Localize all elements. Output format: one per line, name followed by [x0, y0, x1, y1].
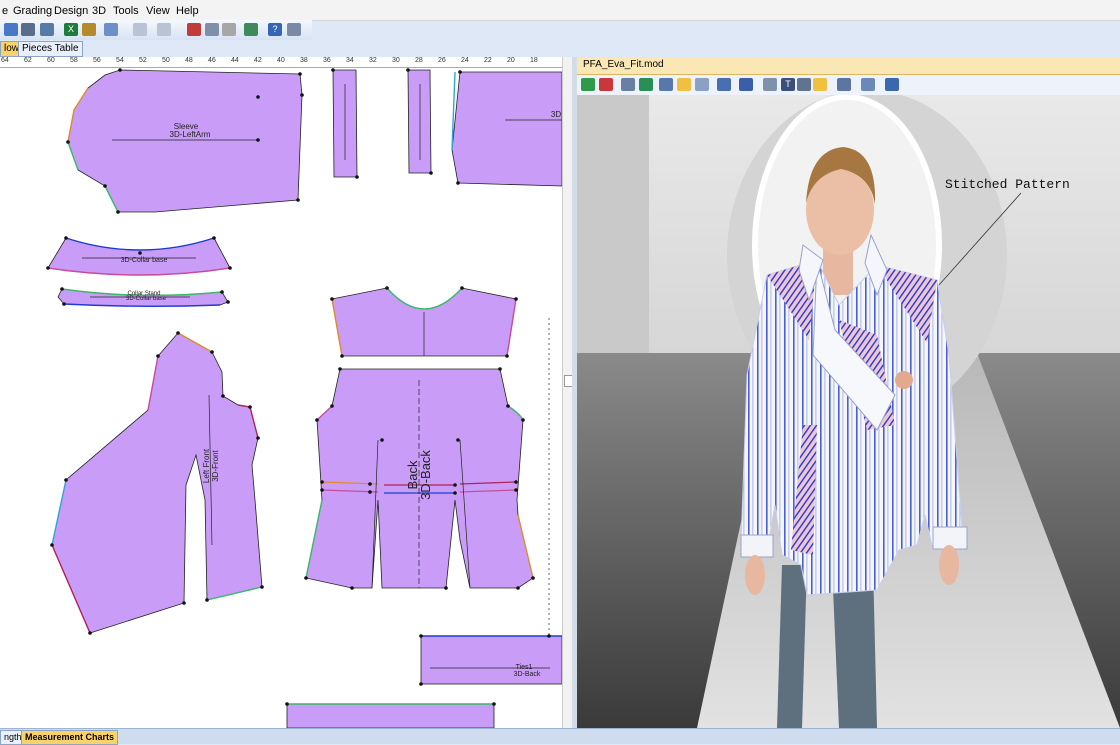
bottom-partial-piece[interactable]: [286, 703, 495, 728]
excel-icon[interactable]: X: [64, 23, 78, 36]
ruler-tick: 42: [254, 57, 262, 64]
ruler-tick: 24: [461, 57, 469, 64]
select-icon[interactable]: [677, 78, 691, 91]
cuff-strip-2[interactable]: [407, 69, 432, 174]
tools-icon[interactable]: [82, 23, 96, 36]
document-tabs: low Pieces Table: [0, 40, 570, 57]
back-code-label: 3D-Back: [418, 450, 433, 500]
context-help-icon[interactable]: [287, 23, 301, 36]
ruler-tick: 32: [369, 57, 377, 64]
ruler-tick: 54: [116, 57, 124, 64]
ruler-tick: 26: [438, 57, 446, 64]
camera-icon[interactable]: [861, 78, 875, 91]
screen-icon[interactable]: [621, 78, 635, 91]
menu-help[interactable]: Help: [176, 5, 199, 17]
people-icon[interactable]: [885, 78, 899, 91]
menu-view[interactable]: View: [146, 5, 170, 17]
menu-tools[interactable]: Tools: [113, 5, 139, 17]
ruler-tick: 38: [300, 57, 308, 64]
menu-file[interactable]: e: [2, 5, 8, 17]
save-icon[interactable]: [21, 23, 35, 36]
viewer-file-title: PFA_Eva_Fit.mod: [583, 59, 664, 70]
grid-icon[interactable]: [695, 78, 709, 91]
axes-icon[interactable]: [739, 78, 753, 91]
ruler-tick: 64: [1, 57, 9, 64]
close-model-icon[interactable]: [599, 78, 613, 91]
undo-icon[interactable]: [133, 23, 147, 36]
ruler-tick: 40: [277, 57, 285, 64]
ruler-tick: 34: [346, 57, 354, 64]
ruler-tick: 56: [93, 57, 101, 64]
viewer-title-bar: PFA_Eva_Fit.mod: [577, 57, 1120, 75]
ruler-tick: 48: [185, 57, 193, 64]
left-front-code-label: 3D-Front: [211, 449, 220, 481]
menu-3d[interactable]: 3D: [92, 5, 106, 17]
ruler-tick: 44: [231, 57, 239, 64]
preview-icon[interactable]: [40, 23, 54, 36]
partial-code-label: 3D: [551, 110, 561, 119]
frame-icon[interactable]: [659, 78, 673, 91]
sleeve-code-label: 3D-LeftArm: [170, 130, 211, 139]
ruler-tick: 60: [47, 57, 55, 64]
recycle-icon[interactable]: [581, 78, 595, 91]
ruler-tick: 28: [415, 57, 423, 64]
ruler-tick: 20: [507, 57, 515, 64]
viewer-toolbar: T: [577, 75, 1120, 96]
ruler-tick: 36: [323, 57, 331, 64]
ruler-tick: 18: [530, 57, 538, 64]
copy-icon[interactable]: [205, 23, 219, 36]
ruler-tick: 58: [70, 57, 78, 64]
collar-stand-code-label: 3D-Collar base: [126, 296, 167, 302]
avatar-icon[interactable]: [813, 78, 827, 91]
menu-bar: e Grading Design 3D Tools View Help: [0, 0, 1120, 21]
collar-base-code-label: 3D-Collar base: [121, 257, 168, 264]
text-icon[interactable]: T: [781, 78, 795, 91]
measure-icon[interactable]: [763, 78, 777, 91]
3d-viewer[interactable]: Stitched Pattern: [577, 95, 1120, 728]
ruler-tick: 52: [139, 57, 147, 64]
ruler-tick: 30: [392, 57, 400, 64]
left-front-name-label: Left Front: [202, 448, 211, 483]
pattern-canvas[interactable]: Sleeve 3D-LeftArm 3D 3D-Collar base Coll…: [0, 68, 562, 728]
redo-icon[interactable]: [157, 23, 171, 36]
paste-icon[interactable]: [222, 23, 236, 36]
tab-pieces-table[interactable]: Pieces Table: [18, 41, 83, 57]
cut-icon[interactable]: [187, 23, 201, 36]
ruler-tick: 50: [162, 57, 170, 64]
play-icon[interactable]: [639, 78, 653, 91]
partial-piece-right[interactable]: [451, 71, 562, 187]
ruler-tick: 62: [24, 57, 32, 64]
main-toolbar: X ?: [0, 20, 312, 41]
ties-piece[interactable]: [420, 635, 562, 685]
texture-icon[interactable]: [717, 78, 731, 91]
sleeve-piece[interactable]: [67, 69, 303, 213]
display-icon[interactable]: [837, 78, 851, 91]
rotate-icon[interactable]: [797, 78, 811, 91]
print-icon[interactable]: [4, 23, 18, 36]
bottom-tab-bar: ngth Measurement Charts: [0, 728, 1120, 745]
horizontal-ruler: 64 62 60 58 56 54 52 50 48 46 44 42 40 3…: [0, 57, 562, 68]
ruler-tick: 22: [484, 57, 492, 64]
menu-grading[interactable]: Grading: [13, 5, 52, 17]
help-icon[interactable]: ?: [268, 23, 282, 36]
left-front-piece[interactable]: [51, 332, 263, 634]
export-icon[interactable]: [244, 23, 258, 36]
ties-code-label: 3D-Back: [514, 671, 541, 678]
menu-design[interactable]: Design: [54, 5, 88, 17]
zoom-icon[interactable]: [104, 23, 118, 36]
stitched-pattern-annotation: Stitched Pattern: [945, 177, 1070, 192]
ruler-tick: 46: [208, 57, 216, 64]
ties-name-label: Ties1: [516, 664, 533, 671]
